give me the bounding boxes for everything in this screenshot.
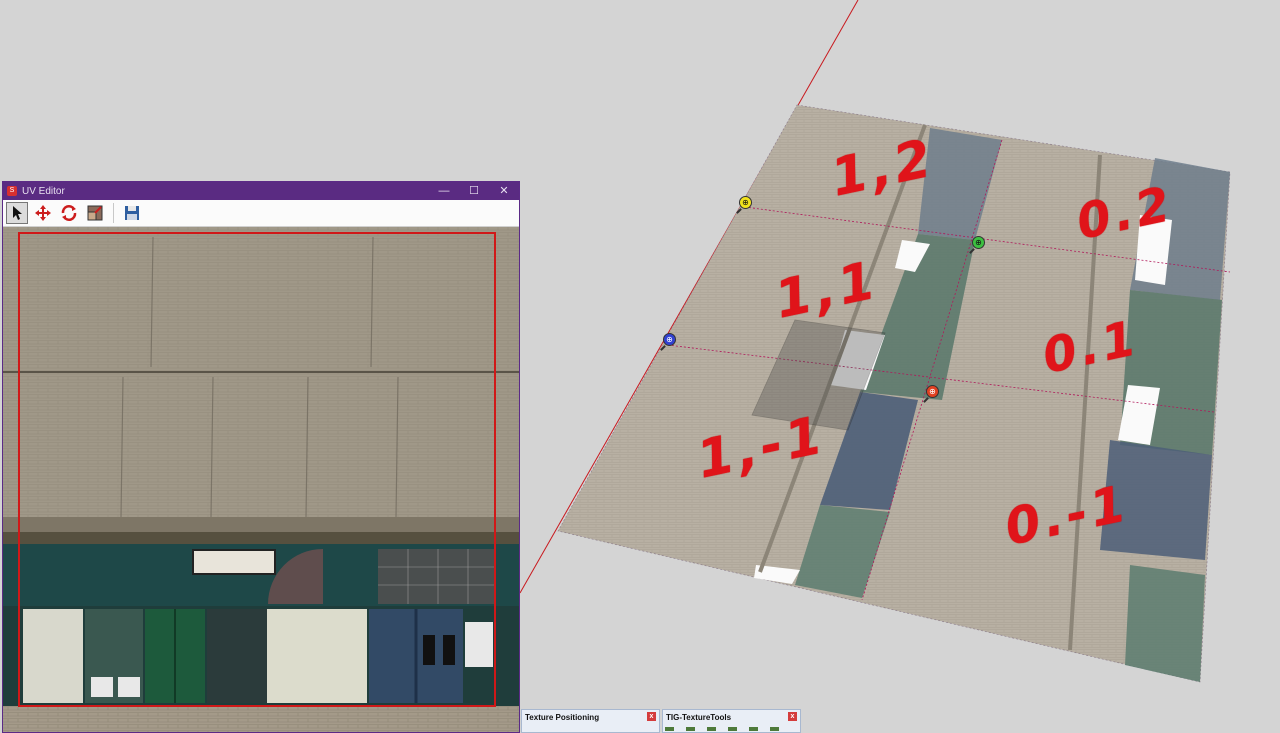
- uv-editor-window[interactable]: S UV Editor — ☐ ✕: [2, 181, 520, 733]
- texturetools-icon-strip: [665, 727, 779, 731]
- yellow-pin-icon[interactable]: ⊕: [739, 196, 752, 209]
- scale-tool-button[interactable]: [84, 202, 106, 224]
- texture-positioning-close-button[interactable]: x: [647, 712, 656, 721]
- rotate-tool-button[interactable]: [58, 202, 80, 224]
- close-button[interactable]: ✕: [489, 182, 519, 200]
- select-tool-button[interactable]: [6, 202, 28, 224]
- uv-editor-title: UV Editor: [22, 185, 65, 197]
- save-icon: [125, 206, 139, 220]
- uv-editor-titlebar[interactable]: S UV Editor — ☐ ✕: [3, 182, 519, 200]
- tig-texturetools-close-button[interactable]: x: [788, 712, 797, 721]
- maximize-button[interactable]: ☐: [459, 182, 489, 200]
- tig-texturetools-panel[interactable]: TIG-TextureTools x: [662, 709, 801, 733]
- blue-pin-icon[interactable]: ⊕: [663, 333, 676, 346]
- move-tool-icon: [35, 205, 51, 221]
- uv-editor-toolbar: [3, 200, 519, 227]
- red-pin-icon[interactable]: ⊕: [926, 385, 939, 398]
- texture-positioning-panel[interactable]: Texture Positioning x: [521, 709, 660, 733]
- minimize-button[interactable]: —: [429, 182, 459, 200]
- texture-positioning-title: Texture Positioning: [525, 713, 600, 722]
- move-tool-button[interactable]: [32, 202, 54, 224]
- scale-tool-icon: [87, 205, 103, 221]
- sketchup-app-icon: S: [7, 186, 17, 196]
- green-pin-icon[interactable]: ⊕: [972, 236, 985, 249]
- toolbar-separator: [113, 203, 114, 223]
- select-tool-icon: [13, 206, 22, 220]
- tig-texturetools-title: TIG-TextureTools: [666, 713, 732, 722]
- rotate-tool-icon: [61, 205, 77, 221]
- save-button[interactable]: [121, 202, 143, 224]
- uv-texture-canvas[interactable]: [3, 227, 520, 733]
